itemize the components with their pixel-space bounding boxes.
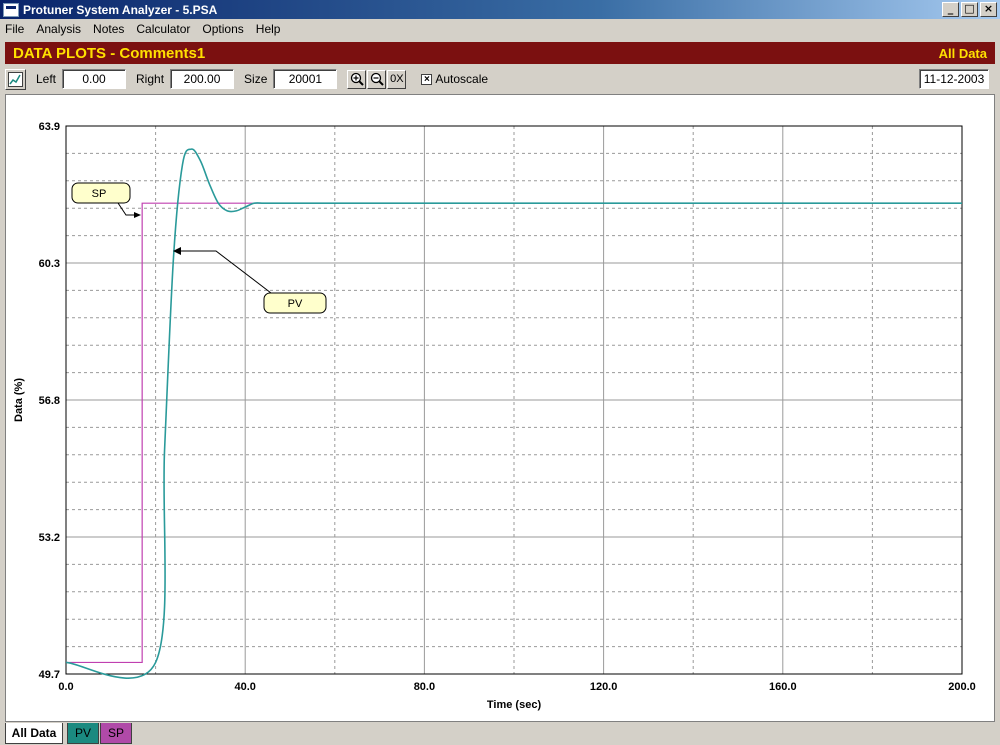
right-input[interactable] [170,69,235,89]
menu-file[interactable]: File [0,22,30,36]
title-bar: Protuner System Analyzer - 5.PSA _ □ × [0,0,1000,19]
x-tick-label: 40.0 [234,681,255,693]
x-tick-label: 0.0 [58,681,73,693]
app-icon [3,2,19,17]
minimize-button[interactable]: _ [942,2,959,17]
x-tick-label: 120.0 [590,681,618,693]
view-label[interactable]: All Data [939,46,987,61]
autoscale-checkbox[interactable]: × [421,73,433,85]
menu-help[interactable]: Help [250,22,287,36]
y-tick-label: 60.3 [39,258,60,270]
left-label: Left [36,72,57,86]
x-tick-label: 80.0 [414,681,435,693]
y-tick-label: 63.9 [39,121,60,133]
left-input[interactable] [62,69,127,89]
date-field[interactable] [919,69,989,89]
y-tick-label: 56.8 [39,395,60,407]
size-input[interactable] [273,69,338,89]
x-tick-label: 160.0 [769,681,797,693]
right-label: Right [136,72,165,86]
y-axis-label: Data (%) [13,378,25,422]
zoom-in-icon [350,72,364,86]
sp-annotation-label: SP [92,188,107,200]
plot-title: DATA PLOTS - Comments1 [13,44,206,62]
zoom-reset-button[interactable]: 0X [387,69,407,89]
close-button[interactable]: × [980,2,997,17]
autoscale-label: Autoscale [435,72,489,86]
chart-icon [8,71,23,87]
data-plot-chart[interactable]: 49.7 53.2 56.8 60.3 63.9 0.0 40.0 80.0 120.0 160… [6,95,994,721]
menu-bar: File Analysis Notes Calculator Options H… [0,19,1000,39]
window-title: Protuner System Analyzer - 5.PSA [23,2,218,17]
sp-annotation[interactable]: SP [71,182,141,218]
x-axis-label: Time (sec) [487,699,542,711]
x-tick-labels: 0.0 40.0 80.0 120.0 160.0 200.0 [58,681,975,693]
x-tick-label: 200.0 [948,681,976,693]
window-controls: _ □ × [942,2,997,17]
pv-annotation[interactable]: PV [173,247,327,314]
pv-annotation-label: PV [288,298,303,310]
zoom-out-button[interactable] [367,69,387,89]
menu-options[interactable]: Options [196,22,249,36]
y-tick-label: 49.7 [39,669,60,681]
app-window: Protuner System Analyzer - 5.PSA _ □ × F… [0,0,1000,745]
menu-calculator[interactable]: Calculator [130,22,196,36]
menu-analysis[interactable]: Analysis [30,22,87,36]
chart-type-button[interactable] [5,68,26,90]
chart-panel: 49.7 53.2 56.8 60.3 63.9 0.0 40.0 80.0 120.0 160… [5,94,995,722]
plot-header: DATA PLOTS - Comments1 All Data [5,42,995,64]
size-label: Size [244,72,268,86]
y-tick-label: 53.2 [39,532,60,544]
maximize-button[interactable]: □ [961,2,978,17]
toolbar: Left Right Size 0X × Autoscale [5,67,995,91]
zoom-out-icon [370,72,384,86]
zoom-in-button[interactable] [347,69,367,89]
grid-lines [66,126,962,674]
menu-notes[interactable]: Notes [87,22,130,36]
tab-all-data[interactable]: All Data [5,723,63,744]
tab-sp[interactable]: SP [100,723,132,744]
tab-pv[interactable]: PV [67,723,99,744]
series-tabs: All Data PV SP [0,722,1000,745]
y-tick-labels: 49.7 53.2 56.8 60.3 63.9 [39,121,60,681]
